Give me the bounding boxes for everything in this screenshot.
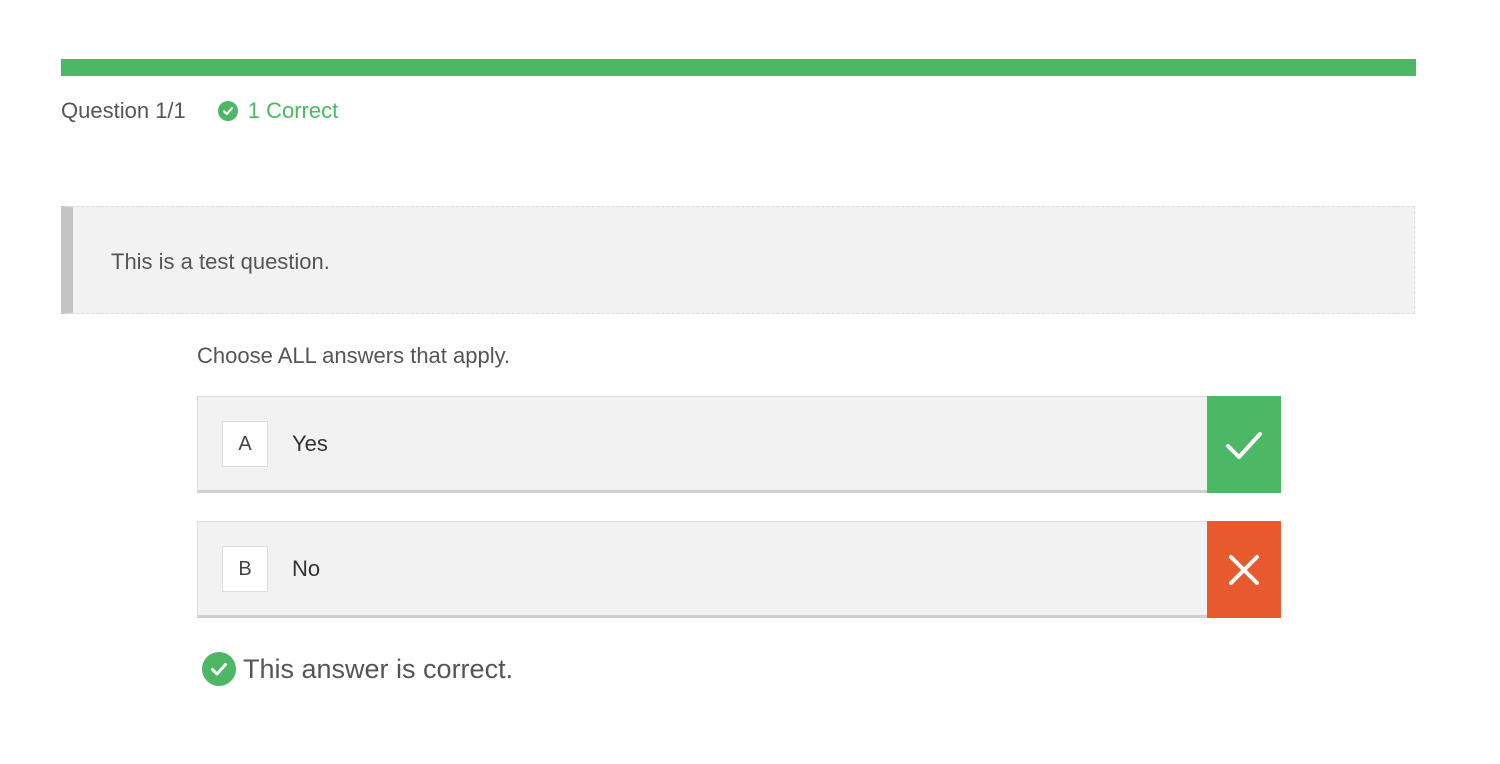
answer-feedback: This answer is correct. xyxy=(202,652,513,686)
question-counter: Question 1/1 xyxy=(61,98,186,123)
check-circle-icon xyxy=(217,101,238,121)
quiz-status: Question 1/1 1 Correct xyxy=(61,96,338,126)
answer-letter: B xyxy=(222,546,268,592)
answer-label: No xyxy=(292,556,321,581)
answer-instruction: Choose ALL answers that apply. xyxy=(197,343,511,368)
question-text: This is a test question. xyxy=(111,249,330,274)
x-icon xyxy=(1207,521,1281,618)
answer-label: Yes xyxy=(292,431,328,456)
correct-count: 1 Correct xyxy=(217,98,339,124)
question-box: This is a test question. xyxy=(61,206,1415,314)
answer-option-a[interactable]: A Yes xyxy=(197,396,1281,493)
answer-letter: A xyxy=(222,421,268,467)
answer-option-b[interactable]: B No xyxy=(197,521,1281,618)
feedback-text: This answer is correct. xyxy=(243,653,514,684)
correct-count-label: 1 Correct xyxy=(247,98,339,123)
progress-fill xyxy=(61,59,1416,76)
progress-bar xyxy=(61,59,1416,76)
check-circle-icon xyxy=(202,652,236,686)
check-icon xyxy=(1207,396,1281,493)
